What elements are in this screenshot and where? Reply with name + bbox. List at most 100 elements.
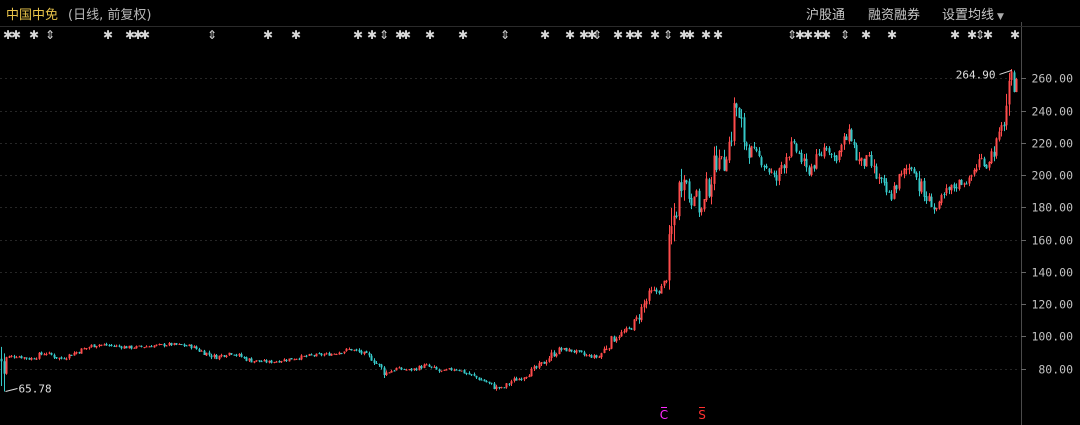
candle-body (925, 196, 928, 202)
candle-body (323, 354, 326, 356)
candle-body (403, 368, 406, 370)
candle-body (405, 369, 408, 371)
candle-body (80, 348, 83, 354)
candle-body (723, 157, 726, 171)
candle-body (860, 157, 863, 161)
event-asterisk-icon: ✱ (701, 28, 711, 42)
candle-body (228, 352, 231, 356)
candle-body (838, 150, 841, 161)
candle-body (363, 351, 366, 355)
candle-body (615, 338, 618, 342)
candle-body (360, 351, 363, 354)
candle-body (845, 136, 848, 141)
candle-body (65, 358, 68, 360)
candle-body (548, 358, 551, 362)
candle-body (830, 153, 833, 155)
event-asterisk-icon: ✱ (425, 28, 435, 42)
event-asterisk-icon: ✱ (401, 28, 411, 42)
candle-body (898, 174, 901, 189)
candle-body (823, 147, 826, 157)
candle-body (560, 348, 563, 350)
candle-body (573, 351, 576, 353)
candle-body (853, 141, 856, 145)
candle-body (718, 157, 721, 170)
candle-body (125, 346, 128, 349)
candle-body (968, 177, 971, 184)
candle-body (770, 171, 773, 173)
candle-body (495, 386, 498, 390)
candle-body (68, 354, 71, 359)
candle-body (653, 289, 656, 291)
candle-body (210, 355, 213, 358)
candle-body (203, 350, 206, 355)
event-updown-icon: ⇕ (500, 28, 510, 42)
candle-body (513, 378, 516, 381)
candle-body (555, 354, 558, 357)
candle-body (878, 177, 881, 179)
low-price-arrow (5, 387, 18, 392)
candle-body (818, 153, 821, 155)
candle-body (155, 344, 158, 346)
candle-body (193, 346, 196, 348)
candle-body (753, 146, 756, 148)
candle-body (570, 349, 573, 352)
y-tick-label: 80.00 (1038, 363, 1073, 377)
candle-body (598, 356, 601, 358)
candle-body (773, 172, 776, 175)
candle-body (958, 179, 961, 190)
candle-body (788, 156, 791, 158)
candle-body (578, 350, 581, 352)
candle-body (215, 355, 218, 360)
candle-body (775, 174, 778, 181)
event-asterisk-icon: ✱ (565, 28, 575, 42)
candle-body (760, 157, 763, 166)
candle-body (265, 360, 268, 363)
candle-body (565, 347, 568, 352)
candle-body (930, 196, 933, 207)
candle-body (308, 354, 311, 356)
candle-body (348, 348, 351, 350)
candle-body (840, 144, 843, 153)
candle-body (493, 383, 496, 390)
candle-body (330, 353, 333, 356)
candle-body (790, 141, 793, 157)
candle-body (73, 352, 76, 356)
candlestick-chart[interactable]: 260.00 240.00 220.00 200.00 180.00 160.00 140.… (0, 0, 1080, 425)
candle-body (688, 181, 691, 199)
candle-body (698, 190, 701, 213)
candle-body (395, 367, 398, 371)
candle-body (118, 345, 121, 347)
candle-body (440, 370, 443, 372)
event-asterisk-icon: ✱ (29, 28, 39, 42)
candle-body (40, 352, 43, 355)
candle-body (58, 357, 61, 359)
candle-body (135, 345, 138, 349)
candle-body (8, 356, 11, 358)
candle-body (478, 377, 481, 380)
candle-body (320, 353, 323, 356)
candle-body (885, 181, 888, 193)
candle-body (123, 346, 126, 349)
candle-body (233, 354, 236, 356)
candle-body (690, 197, 693, 206)
candle-body (195, 346, 198, 350)
candle-body (600, 353, 603, 358)
candle-body (280, 361, 283, 363)
candle-body (138, 345, 141, 347)
candle-body (380, 364, 383, 368)
candle-body (35, 358, 38, 360)
candle-body (385, 372, 388, 376)
candle-body (375, 362, 378, 364)
event-updown-icon: ⇕ (840, 28, 850, 42)
candle-body (430, 366, 433, 368)
candle-body (935, 207, 938, 210)
candle-body (25, 357, 28, 359)
candle-body (313, 355, 316, 357)
candle-body (943, 193, 946, 195)
candle-body (848, 128, 851, 142)
candle-body (180, 344, 183, 346)
candle-body (880, 177, 883, 180)
candle-body (730, 140, 733, 142)
candle-body (908, 168, 911, 170)
candle-body (78, 352, 81, 354)
